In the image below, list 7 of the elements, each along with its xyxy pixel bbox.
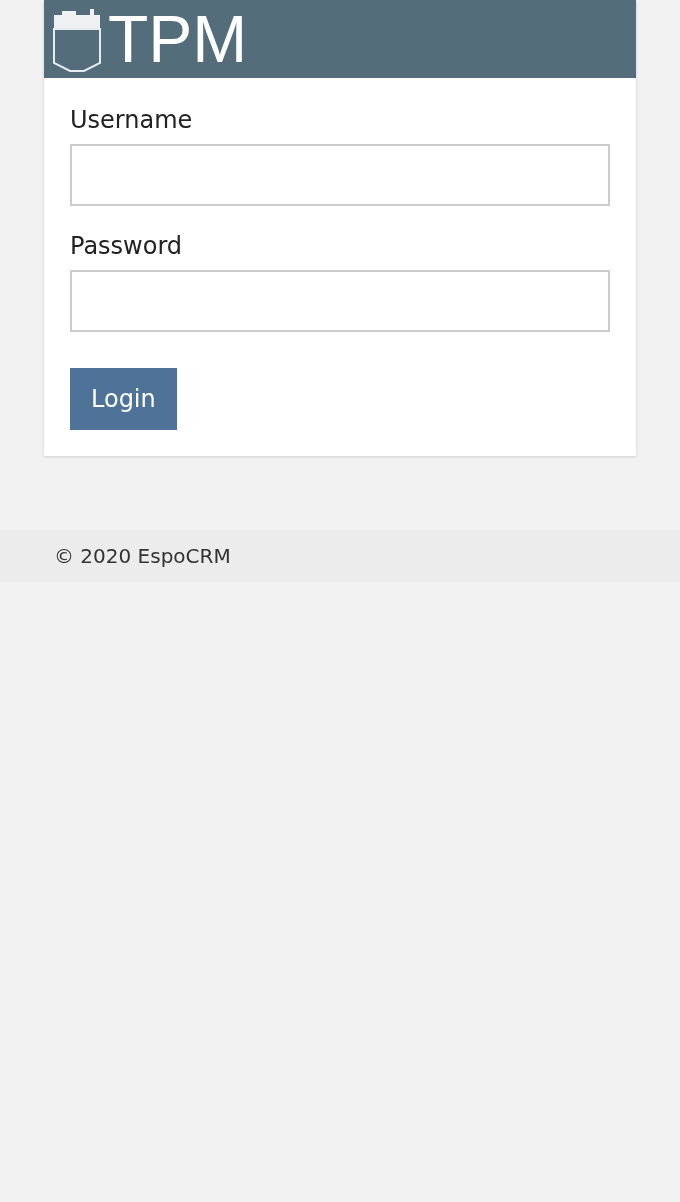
copyright-text: © 2020 EspoCRM (54, 544, 231, 568)
login-button[interactable]: Login (70, 368, 177, 430)
input-field[interactable] (70, 270, 610, 332)
logo-text: TPM (108, 6, 248, 72)
input-field[interactable] (70, 144, 610, 206)
field-label: Username (70, 106, 194, 134)
field-label: Password (70, 232, 184, 260)
